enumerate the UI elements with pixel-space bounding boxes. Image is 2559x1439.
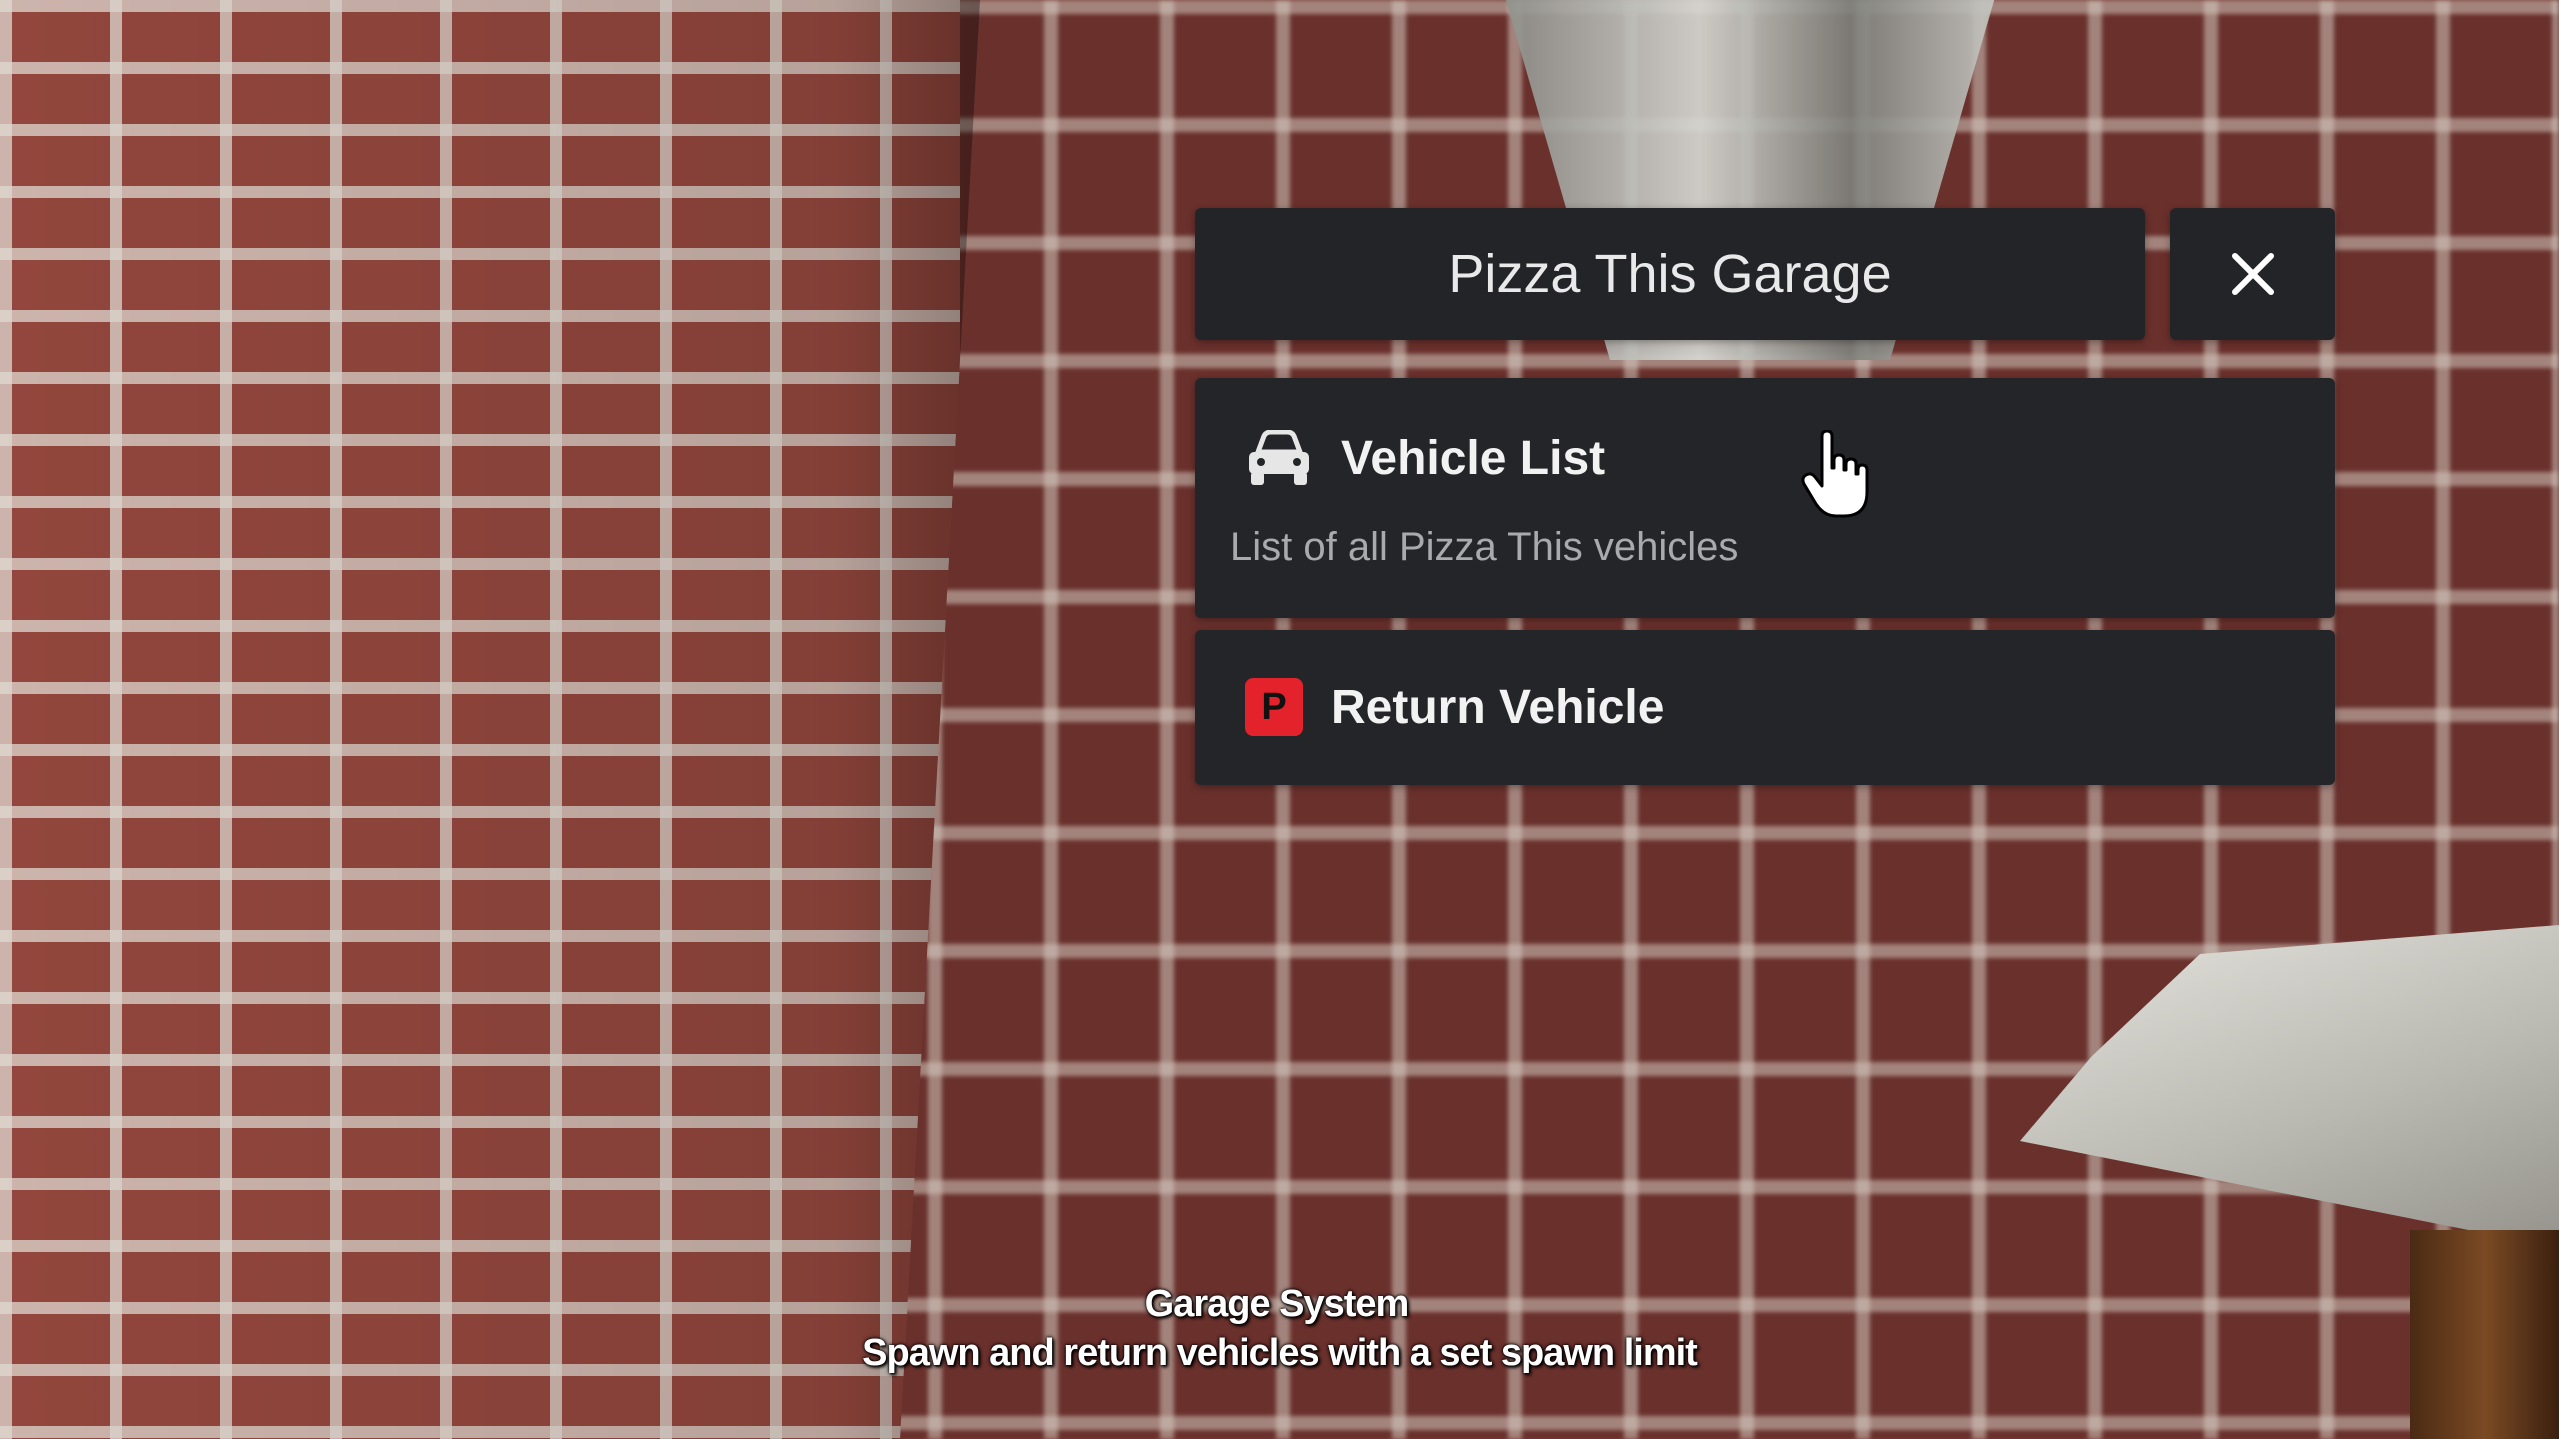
menu-header: Pizza This Garage [1195,208,2145,340]
parking-icon: P [1245,678,1303,736]
menu-title: Pizza This Garage [1448,244,1892,304]
vehicle-list-label: Vehicle List [1341,431,1606,485]
menu-item-header: P Return Vehicle [1245,678,1664,736]
close-icon [2231,253,2274,295]
caption-title: Garage System [1144,1283,1410,1325]
vehicle-list-description: List of all Pizza This vehicles [1230,525,1739,569]
menu-item-return-vehicle[interactable]: P Return Vehicle [1195,630,2335,785]
close-button[interactable] [2170,208,2335,340]
hand-cursor-icon [1801,430,1869,518]
game-scene: Pizza This Garage Vehicle List List of a… [0,0,2559,1439]
wall-shadow [0,0,980,1439]
car-icon [1245,428,1313,488]
menu-item-vehicle-list[interactable]: Vehicle List List of all Pizza This vehi… [1195,378,2335,618]
caption-subtitle: Spawn and return vehicles with a set spa… [862,1332,1698,1374]
return-vehicle-label: Return Vehicle [1331,680,1665,734]
menu-item-header: Vehicle List [1245,428,1605,488]
